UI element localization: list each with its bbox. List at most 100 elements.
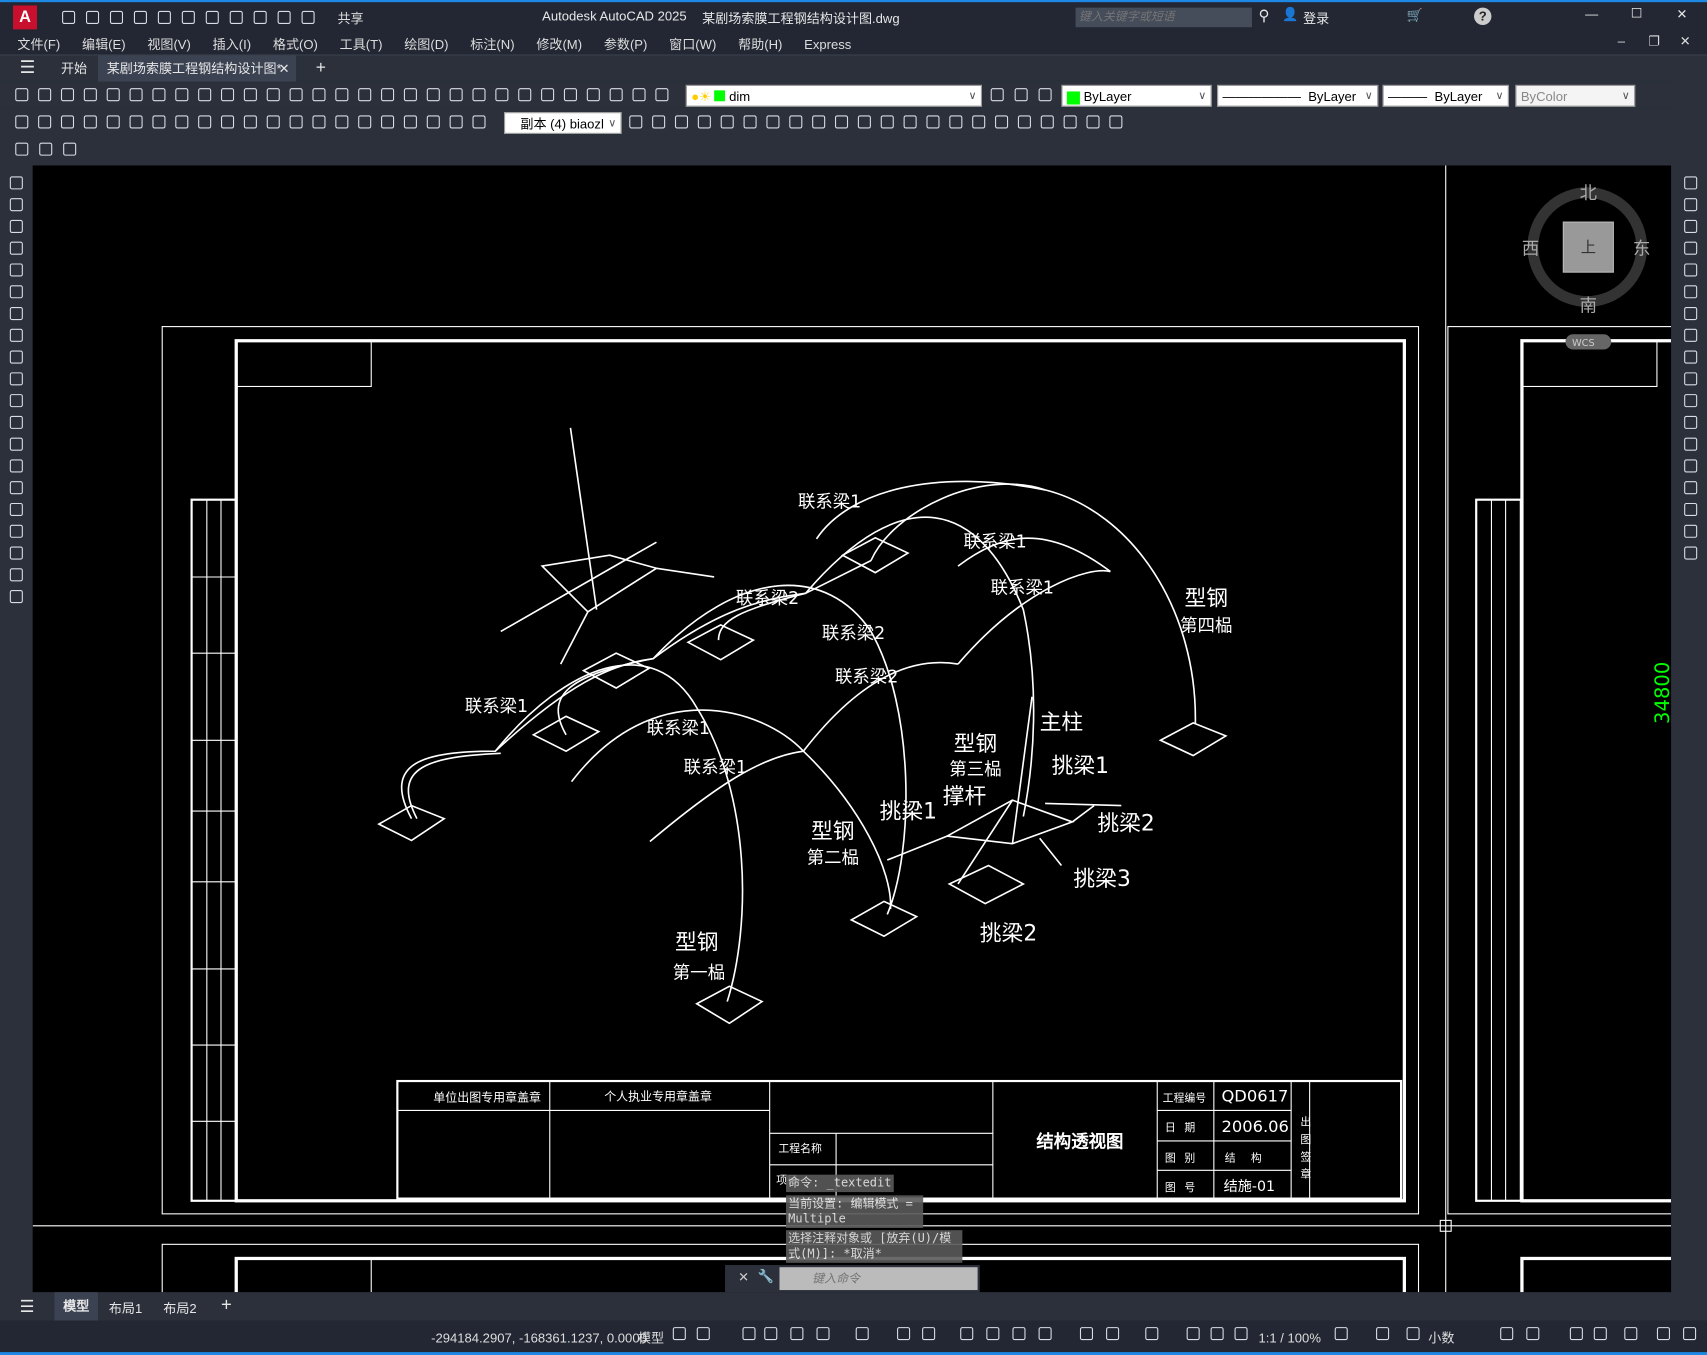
status-tool-icon-11[interactable]	[1010, 1325, 1027, 1342]
draw-tool-icon-5[interactable]	[8, 283, 25, 300]
status-tool-icon-27[interactable]	[1655, 1325, 1672, 1342]
dimension-tool-icon-2[interactable]	[59, 113, 76, 130]
dimension-tool-icon-26[interactable]	[741, 113, 758, 130]
quick-access-tool-icon-3[interactable]	[132, 9, 149, 26]
status-tool-icon-28[interactable]	[1681, 1325, 1698, 1342]
standard-tool-icon-4[interactable]	[105, 86, 122, 103]
plotstyle-dropdown[interactable]: ByColor ∨	[1515, 84, 1636, 107]
draw-tool-icon-16[interactable]	[8, 523, 25, 540]
menu-item-3[interactable]: 插入(I)	[213, 37, 251, 52]
draw-tool-icon-19[interactable]	[8, 588, 25, 605]
draw-tool-icon-9[interactable]	[8, 370, 25, 387]
dimension-tool-icon-28[interactable]	[787, 113, 804, 130]
dimension-tool-icon-15[interactable]	[356, 113, 373, 130]
modify-tool-icon-13[interactable]	[1682, 457, 1699, 474]
dimension-tool-icon-4[interactable]	[105, 113, 122, 130]
dimension-tool-icon-14[interactable]	[333, 113, 350, 130]
dimension-tool-icon-5[interactable]	[127, 113, 144, 130]
compass-south[interactable]: 南	[1580, 296, 1597, 316]
standard-tool-icon-31[interactable]	[1036, 86, 1053, 103]
standard-tool-icon-25[interactable]	[585, 86, 602, 103]
modify-tool-icon-15[interactable]	[1682, 501, 1699, 518]
modify-tool-icon-6[interactable]	[1682, 305, 1699, 322]
status-tool-icon-26[interactable]	[1622, 1325, 1639, 1342]
quick-access-tool-icon-8[interactable]	[251, 9, 268, 26]
minimize-button[interactable]: —	[1585, 7, 1598, 22]
modify-tool-icon-2[interactable]	[1682, 218, 1699, 235]
standard-tool-icon-21[interactable]	[493, 86, 510, 103]
dimension-tool-icon-39[interactable]	[1039, 113, 1056, 130]
linetype-dropdown[interactable]: —————— ByLayer ∨	[1217, 84, 1379, 107]
dimension-tool-icon-38[interactable]	[1016, 113, 1033, 130]
modify-tool-icon-12[interactable]	[1682, 435, 1699, 452]
modify-tool-icon-10[interactable]	[1682, 392, 1699, 409]
color-dropdown[interactable]: ByLayer ∨	[1061, 84, 1212, 107]
viewcube[interactable]: 上 北 南 东 西 WCS	[1522, 184, 1650, 350]
status-tool-icon-2[interactable]	[740, 1325, 757, 1342]
draw-tool-icon-13[interactable]	[8, 457, 25, 474]
menu-item-10[interactable]: 窗口(W)	[669, 37, 716, 52]
modify-tool-icon-14[interactable]	[1682, 479, 1699, 496]
share-button[interactable]: 共享	[337, 9, 363, 28]
dimension-tool-icon-37[interactable]	[993, 113, 1010, 130]
command-customize-icon[interactable]: 🔧	[758, 1268, 774, 1283]
dimension-tool-icon-41[interactable]	[1084, 113, 1101, 130]
draw-tool-icon-2[interactable]	[8, 218, 25, 235]
draw-tool-icon-12[interactable]	[8, 435, 25, 452]
standard-tool-icon-8[interactable]	[196, 86, 213, 103]
standard-tool-icon-1[interactable]	[36, 86, 53, 103]
dimension-tool-icon-1[interactable]	[36, 113, 53, 130]
quick-access-tool-icon-4[interactable]	[156, 9, 173, 26]
standard-tool-icon-29[interactable]	[988, 86, 1005, 103]
doc-restore-button[interactable]: ❐	[1648, 34, 1660, 49]
dimension-tool-icon-3[interactable]	[82, 113, 99, 130]
close-tab-icon[interactable]: ✕	[279, 56, 290, 82]
status-tool-icon-24[interactable]	[1568, 1325, 1585, 1342]
modify-tool-icon-4[interactable]	[1682, 261, 1699, 278]
status-tool-icon-15[interactable]	[1143, 1325, 1160, 1342]
tab-active-drawing[interactable]: 某剧场索膜工程钢结构设计图* ✕	[97, 55, 297, 82]
dimstyle-dropdown[interactable]: 副本 (4) biaozl ∨	[504, 112, 622, 134]
menu-item-12[interactable]: Express	[804, 37, 851, 52]
status-tool-icon-3[interactable]	[762, 1325, 779, 1342]
dimension-tool-icon-33[interactable]	[901, 113, 918, 130]
dimension-tool-icon-11[interactable]	[265, 113, 282, 130]
draw-tool-icon-11[interactable]	[8, 414, 25, 431]
draw-tool-icon-3[interactable]	[8, 240, 25, 257]
layer-dropdown[interactable]: ●☀ dim ∨	[685, 84, 982, 107]
standard-tool-icon-5[interactable]	[127, 86, 144, 103]
draw-tool-icon-17[interactable]	[8, 544, 25, 561]
dimension-tool-icon-10[interactable]	[242, 113, 259, 130]
dimension-tool-icon-16[interactable]	[379, 113, 396, 130]
standard-tool-icon-6[interactable]	[150, 86, 167, 103]
standard-tool-icon-3[interactable]	[82, 86, 99, 103]
draw-tool-icon-18[interactable]	[8, 566, 25, 583]
tab-layout2[interactable]: 布局2	[163, 1299, 196, 1318]
standard-tool-icon-23[interactable]	[539, 86, 556, 103]
cart-icon[interactable]: 🛒	[1407, 8, 1423, 23]
standard-tool-icon-16[interactable]	[379, 86, 396, 103]
command-input[interactable]	[779, 1267, 978, 1291]
menu-item-7[interactable]: 标注(N)	[470, 37, 514, 52]
dimension-tool-icon-35[interactable]	[947, 113, 964, 130]
modify-tool-icon-3[interactable]	[1682, 240, 1699, 257]
dimension-tool-icon-6[interactable]	[150, 113, 167, 130]
draw-tool-icon-8[interactable]	[8, 348, 25, 365]
status-tool-icon-13[interactable]	[1078, 1325, 1095, 1342]
standard-tool-icon-10[interactable]	[242, 86, 259, 103]
autocad-logo[interactable]: A	[13, 5, 38, 30]
quick-access-tool-icon-7[interactable]	[228, 9, 245, 26]
compass-east[interactable]: 东	[1633, 240, 1650, 260]
status-tool-icon-14[interactable]	[1104, 1325, 1121, 1342]
status-tool-icon-22[interactable]	[1498, 1325, 1515, 1342]
quick-access-tool-icon-9[interactable]	[275, 9, 292, 26]
dimension-tool-icon-32[interactable]	[879, 113, 896, 130]
doc-minimize-button[interactable]: –	[1618, 34, 1625, 49]
modify-tool-icon-11[interactable]	[1682, 414, 1699, 431]
search-icon[interactable]: ⚲	[1258, 7, 1269, 26]
standard-tool-icon-2[interactable]	[59, 86, 76, 103]
units-dropdown[interactable]: 小数	[1428, 1327, 1454, 1349]
dimension-tool-icon-20[interactable]	[470, 113, 487, 130]
status-tool-icon-21[interactable]	[1404, 1325, 1421, 1342]
status-tool-icon-17[interactable]	[1208, 1325, 1225, 1342]
